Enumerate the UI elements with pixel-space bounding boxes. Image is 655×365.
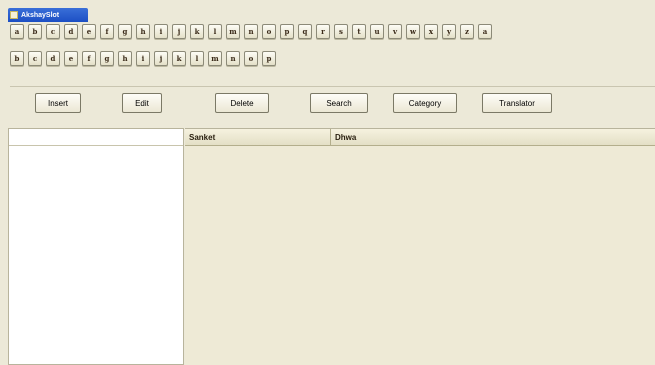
row2-key-12[interactable]: n [226, 51, 240, 66]
edit-button[interactable]: Edit [122, 93, 162, 113]
word-filter-input[interactable] [9, 129, 183, 146]
row1-key-21[interactable]: v [388, 24, 402, 39]
row2-key-9[interactable]: k [172, 51, 186, 66]
results-grid: Sanket Dhwa [185, 128, 655, 365]
row1-key-10[interactable]: k [190, 24, 204, 39]
row1-key-26[interactable]: a [478, 24, 492, 39]
delete-button[interactable]: Delete [215, 93, 269, 113]
row1-key-7[interactable]: h [136, 24, 150, 39]
keyboard-row-2: bcdefghijklmnop [10, 51, 276, 66]
row2-key-10[interactable]: l [190, 51, 204, 66]
grid-header: Sanket Dhwa [185, 129, 655, 146]
app-icon [10, 11, 18, 19]
insert-button[interactable]: Insert [35, 93, 81, 113]
row2-key-7[interactable]: i [136, 51, 150, 66]
row1-key-20[interactable]: u [370, 24, 384, 39]
category-button[interactable]: Category [393, 93, 457, 113]
row1-key-8[interactable]: i [154, 24, 168, 39]
grid-body[interactable] [185, 146, 655, 365]
row1-key-14[interactable]: o [262, 24, 276, 39]
row1-key-22[interactable]: w [406, 24, 420, 39]
row1-key-5[interactable]: f [100, 24, 114, 39]
row2-key-2[interactable]: d [46, 51, 60, 66]
row2-key-6[interactable]: h [118, 51, 132, 66]
row2-key-8[interactable]: j [154, 51, 168, 66]
row1-key-0[interactable]: a [10, 24, 24, 39]
word-list[interactable] [9, 146, 183, 364]
row1-key-23[interactable]: x [424, 24, 438, 39]
row2-key-14[interactable]: p [262, 51, 276, 66]
row2-key-13[interactable]: o [244, 51, 258, 66]
row2-key-0[interactable]: b [10, 51, 24, 66]
main-window: AkshaySlot abcdefghijklmnopqrstuvwxyza b… [0, 0, 655, 365]
row2-key-4[interactable]: f [82, 51, 96, 66]
action-bar: Insert Edit Delete Search Category Trans… [10, 86, 655, 120]
row1-key-24[interactable]: y [442, 24, 456, 39]
row1-key-9[interactable]: j [172, 24, 186, 39]
row1-key-3[interactable]: d [64, 24, 78, 39]
row1-key-15[interactable]: p [280, 24, 294, 39]
row1-key-12[interactable]: m [226, 24, 240, 39]
row1-key-11[interactable]: l [208, 24, 222, 39]
row1-key-2[interactable]: c [46, 24, 60, 39]
search-button[interactable]: Search [310, 93, 368, 113]
word-list-panel [8, 128, 184, 365]
title-bar: AkshaySlot [8, 8, 88, 22]
row2-key-1[interactable]: c [28, 51, 42, 66]
row1-key-6[interactable]: g [118, 24, 132, 39]
row1-key-25[interactable]: z [460, 24, 474, 39]
column-header-dhwa[interactable]: Dhwa [331, 129, 655, 146]
row1-key-16[interactable]: q [298, 24, 312, 39]
row1-key-1[interactable]: b [28, 24, 42, 39]
keyboard-row-1: abcdefghijklmnopqrstuvwxyza [10, 24, 492, 39]
row2-key-5[interactable]: g [100, 51, 114, 66]
row1-key-17[interactable]: r [316, 24, 330, 39]
row1-key-18[interactable]: s [334, 24, 348, 39]
column-header-sanket[interactable]: Sanket [185, 129, 331, 146]
row1-key-4[interactable]: e [82, 24, 96, 39]
row2-key-3[interactable]: e [64, 51, 78, 66]
window-title: AkshaySlot [21, 11, 60, 19]
translator-button[interactable]: Translator [482, 93, 552, 113]
row1-key-19[interactable]: t [352, 24, 366, 39]
row1-key-13[interactable]: n [244, 24, 258, 39]
row2-key-11[interactable]: m [208, 51, 222, 66]
